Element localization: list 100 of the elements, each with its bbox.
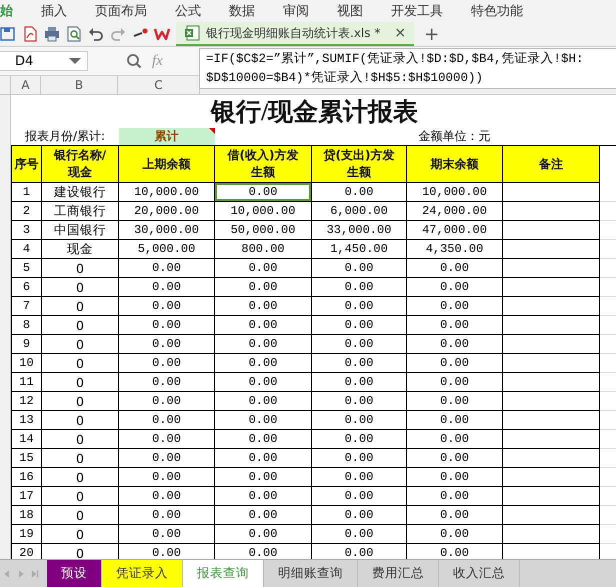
- table-cell[interactable]: 0.00: [312, 506, 406, 524]
- table-cell[interactable]: 0: [42, 524, 118, 544]
- name-box[interactable]: D4: [0, 51, 88, 71]
- table-cell[interactable]: 0.00: [312, 410, 406, 430]
- save-icon[interactable]: [0, 26, 16, 42]
- table-cell[interactable]: 0.00: [312, 278, 406, 296]
- print-preview-icon[interactable]: [66, 26, 82, 42]
- table-cell[interactable]: 0: [42, 448, 118, 468]
- table-cell[interactable]: 10,000.00: [406, 182, 502, 202]
- table-cell[interactable]: 0.00: [214, 278, 312, 296]
- table-cell[interactable]: 0.00: [214, 372, 312, 392]
- table-cell[interactable]: 0.00: [312, 334, 406, 354]
- table-cell[interactable]: 0.00: [406, 468, 502, 486]
- table-cell[interactable]: 18: [12, 506, 42, 524]
- table-cell[interactable]: 13: [12, 410, 42, 430]
- table-cell[interactable]: 5,000.00: [118, 240, 214, 258]
- table-cell[interactable]: 0.00: [214, 182, 312, 202]
- sheet-tab[interactable]: 凭证录入: [102, 560, 183, 587]
- table-cell[interactable]: 16: [12, 468, 42, 486]
- table-cell[interactable]: 0.00: [214, 448, 312, 468]
- sheet-tab[interactable]: 预设: [47, 560, 102, 587]
- table-cell[interactable]: 0.00: [118, 524, 214, 544]
- table-cell[interactable]: 0.00: [312, 182, 406, 202]
- table-cell[interactable]: 0: [42, 392, 118, 410]
- table-cell[interactable]: 0: [42, 468, 118, 486]
- table-cell[interactable]: 0.00: [406, 334, 502, 354]
- menu-item[interactable]: 特色功能: [457, 2, 537, 20]
- table-cell[interactable]: 现金: [42, 240, 118, 258]
- table-cell[interactable]: 0.00: [118, 296, 214, 316]
- table-cell[interactable]: 0.00: [312, 372, 406, 392]
- table-cell[interactable]: 0.00: [312, 316, 406, 334]
- table-cell[interactable]: 0: [42, 486, 118, 506]
- table-cell[interactable]: 0.00: [118, 258, 214, 278]
- undo-icon[interactable]: [88, 26, 104, 42]
- table-cell[interactable]: 10: [12, 354, 42, 372]
- table-cell[interactable]: 0.00: [118, 448, 214, 468]
- table-cell[interactable]: 0.00: [312, 354, 406, 372]
- table-cell[interactable]: 10,000.00: [214, 202, 312, 220]
- menu-item[interactable]: 公式: [161, 2, 215, 20]
- table-cell[interactable]: 0.00: [406, 258, 502, 278]
- table-cell[interactable]: 6: [12, 278, 42, 296]
- table-cell[interactable]: 0.00: [214, 334, 312, 354]
- table-cell[interactable]: 0.00: [118, 316, 214, 334]
- menu-item[interactable]: 视图: [323, 2, 377, 20]
- table-cell[interactable]: 17: [12, 486, 42, 506]
- table-cell[interactable]: 0.00: [214, 316, 312, 334]
- table-cell[interactable]: 12: [12, 392, 42, 410]
- table-cell[interactable]: 0.00: [118, 506, 214, 524]
- table-cell[interactable]: 累计: [118, 128, 214, 146]
- table-cell[interactable]: 0.00: [118, 372, 214, 392]
- new-tab-button[interactable]: +: [424, 24, 440, 44]
- zoom-icon[interactable]: [126, 53, 142, 69]
- table-cell[interactable]: 33,000.00: [312, 220, 406, 240]
- table-cell[interactable]: 0.00: [312, 430, 406, 448]
- sheet-tab[interactable]: 报表查询: [183, 560, 264, 587]
- table-cell[interactable]: 建设银行: [42, 182, 118, 202]
- table-cell[interactable]: 0: [42, 258, 118, 278]
- table-cell[interactable]: 0.00: [214, 486, 312, 506]
- pdf-icon[interactable]: [22, 26, 38, 42]
- table-cell[interactable]: 0.00: [406, 316, 502, 334]
- table-cell[interactable]: 15: [12, 448, 42, 468]
- table-cell[interactable]: 中国银行: [42, 220, 118, 240]
- table-cell[interactable]: 0.00: [118, 334, 214, 354]
- table-cell[interactable]: 4,350.00: [406, 240, 502, 258]
- table-cell[interactable]: 0: [42, 506, 118, 524]
- table-cell[interactable]: 0.00: [214, 354, 312, 372]
- table-cell[interactable]: 0.00: [214, 430, 312, 448]
- table-cell[interactable]: 0.00: [406, 372, 502, 392]
- table-cell[interactable]: 0.00: [214, 506, 312, 524]
- close-button[interactable]: ×: [394, 25, 406, 41]
- table-cell[interactable]: 800.00: [214, 240, 312, 258]
- table-cell[interactable]: 8: [12, 316, 42, 334]
- table-cell[interactable]: 0.00: [406, 524, 502, 544]
- table-cell[interactable]: 0: [42, 410, 118, 430]
- table-cell[interactable]: 0.00: [406, 392, 502, 410]
- table-cell[interactable]: 24,000.00: [406, 202, 502, 220]
- table-cell[interactable]: 11: [12, 372, 42, 392]
- table-cell[interactable]: 工商银行: [42, 202, 118, 220]
- table-cell[interactable]: 4: [12, 240, 42, 258]
- table-cell[interactable]: 0: [42, 372, 118, 392]
- table-cell[interactable]: 0.00: [214, 468, 312, 486]
- table-cell[interactable]: 0: [42, 316, 118, 334]
- menu-item[interactable]: 插入: [27, 2, 81, 20]
- table-cell[interactable]: 10,000.00: [118, 182, 214, 202]
- table-cell[interactable]: 9: [12, 334, 42, 354]
- table-cell[interactable]: 6,000.00: [312, 202, 406, 220]
- table-cell[interactable]: 0.00: [118, 278, 214, 296]
- table-cell[interactable]: 0.00: [214, 410, 312, 430]
- table-cell[interactable]: 0.00: [214, 524, 312, 544]
- table-cell[interactable]: 0.00: [214, 296, 312, 316]
- table-cell[interactable]: 0.00: [312, 392, 406, 410]
- table-cell[interactable]: 0.00: [406, 410, 502, 430]
- table-cell[interactable]: 0.00: [118, 392, 214, 410]
- table-cell[interactable]: 30,000.00: [118, 220, 214, 240]
- table-cell[interactable]: 0.00: [406, 448, 502, 468]
- table-cell[interactable]: 0.00: [118, 410, 214, 430]
- table-cell[interactable]: 0: [42, 354, 118, 372]
- menu-item[interactable]: 页面布局: [81, 2, 161, 20]
- menu-item[interactable]: 数据: [215, 2, 269, 20]
- table-cell[interactable]: 0: [42, 296, 118, 316]
